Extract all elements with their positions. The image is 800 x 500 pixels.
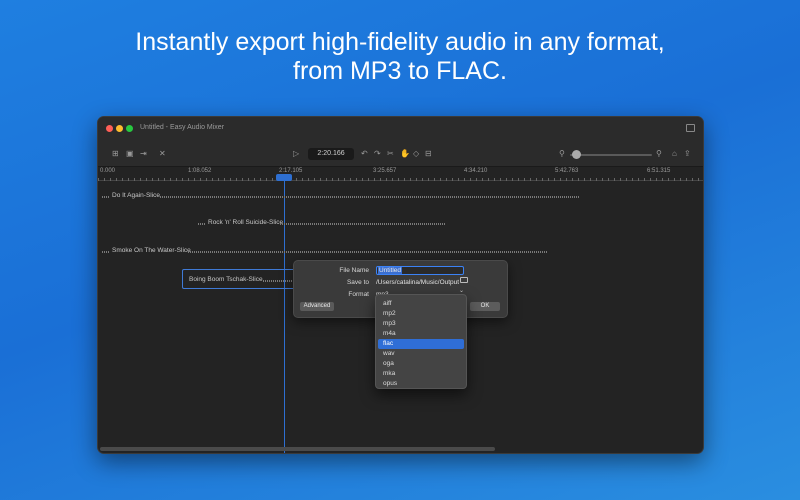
save-to-path: /Users/catalina/Music/Output [376, 279, 460, 286]
minimize-window-button[interactable] [116, 125, 123, 132]
clip-label: Rock 'n' Roll Suicide-Slice [208, 219, 284, 226]
horizontal-scrollbar[interactable] [100, 447, 495, 451]
format-option-mp3[interactable]: mp3 [378, 319, 464, 329]
close-window-button[interactable] [106, 125, 113, 132]
zoom-out-icon[interactable]: ⚲ [559, 149, 565, 158]
sidebar-toggle-icon[interactable] [686, 124, 695, 132]
export-icon[interactable]: ⇥ [140, 149, 147, 158]
track-clip[interactable]: Rock 'n' Roll Suicide-Slice [198, 218, 448, 230]
waveform [198, 223, 206, 225]
format-option-aiff[interactable]: aiff [378, 299, 464, 309]
zoom-slider-track[interactable] [570, 154, 652, 156]
format-dropdown-menu: aiff mp2 mp3 m4a flac wav oga mka opus [375, 294, 467, 389]
scissors-icon[interactable]: ✂ [387, 149, 394, 158]
trim-icon[interactable]: ⊟ [425, 149, 432, 158]
ruler-ticks [98, 178, 703, 181]
window-title: Untitled - Easy Audio Mixer [140, 124, 225, 131]
waveform [102, 196, 110, 198]
file-name-label: File Name [339, 267, 369, 274]
selected-clip[interactable]: Boing Boom Tschak-Slice [182, 269, 302, 289]
marketing-headline: Instantly export high-fidelity audio in … [0, 28, 800, 86]
ruler-tick: 3:25.657 [373, 168, 397, 174]
zoom-in-icon[interactable]: ⚲ [656, 149, 662, 158]
save-to-label: Save to [346, 279, 369, 286]
ruler-tick: 6:51.315 [647, 168, 671, 174]
ok-button[interactable]: OK [470, 302, 500, 311]
track-clip[interactable]: Smoke On The Water-Slice [102, 246, 552, 258]
trash-icon[interactable]: ▣ [126, 149, 134, 158]
maximize-window-button[interactable] [126, 125, 133, 132]
clip-label: Smoke On The Water-Slice [112, 247, 191, 254]
add-file-icon[interactable]: ⊞ [112, 149, 119, 158]
track-clip[interactable]: Do It Again-Slice [102, 191, 582, 203]
file-name-value: Untitled [378, 267, 403, 274]
split-icon[interactable]: ◇ [413, 149, 419, 158]
folder-icon[interactable] [460, 277, 468, 283]
ruler-tick: 5:42.763 [555, 168, 579, 174]
format-option-oga[interactable]: oga [378, 359, 464, 369]
advanced-button[interactable]: Advanced [300, 302, 334, 311]
format-option-flac[interactable]: flac [378, 339, 464, 349]
format-label: Format [348, 291, 369, 298]
ruler-tick: 0.000 [100, 168, 116, 174]
format-option-mp2[interactable]: mp2 [378, 309, 464, 319]
lock-icon[interactable]: ⌂ [672, 149, 677, 158]
clip-label: Boing Boom Tschak-Slice [189, 276, 263, 283]
undo-icon[interactable]: ↶ [361, 149, 368, 158]
play-icon[interactable]: ▷ [293, 149, 299, 158]
zoom-slider-knob[interactable] [572, 150, 581, 159]
ruler-tick: 1:08.052 [188, 168, 212, 174]
format-option-mka[interactable]: mka [378, 369, 464, 379]
ruler-tick: 4:34.210 [464, 168, 488, 174]
share-icon[interactable]: ⇪ [684, 149, 691, 158]
toolbar: ⊞ ▣ ⇥ ✕ ▷ 2:20.166 ↶ ↷ ✂ ✋ ◇ ⊟ ⚲ ⚲ ⌂ ⇪ [98, 141, 703, 167]
format-option-m4a[interactable]: m4a [378, 329, 464, 339]
waveform [280, 223, 445, 225]
file-name-field[interactable]: Untitled [376, 266, 464, 275]
chevron-down-icon[interactable]: ⌄ [459, 287, 464, 294]
app-window: Untitled - Easy Audio Mixer ⊞ ▣ ⇥ ✕ ▷ 2:… [97, 116, 704, 454]
hand-icon[interactable]: ✋ [400, 149, 410, 158]
title-bar: Untitled - Easy Audio Mixer [98, 117, 703, 141]
clip-label: Do It Again-Slice [112, 192, 161, 199]
headline-line-1: Instantly export high-fidelity audio in … [135, 28, 665, 56]
waveform [102, 251, 110, 253]
waveform [160, 196, 580, 198]
format-option-wav[interactable]: wav [378, 349, 464, 359]
redo-icon[interactable]: ↷ [374, 149, 381, 158]
close-icon[interactable]: ✕ [159, 149, 166, 158]
headline-line-2: from MP3 to FLAC. [293, 57, 507, 85]
timeline-ruler[interactable]: 0.000 1:08.052 2:17.105 3:25.657 4:34.21… [98, 167, 703, 181]
time-display: 2:20.166 [308, 148, 354, 160]
waveform [188, 251, 548, 253]
format-option-opus[interactable]: opus [378, 379, 464, 389]
